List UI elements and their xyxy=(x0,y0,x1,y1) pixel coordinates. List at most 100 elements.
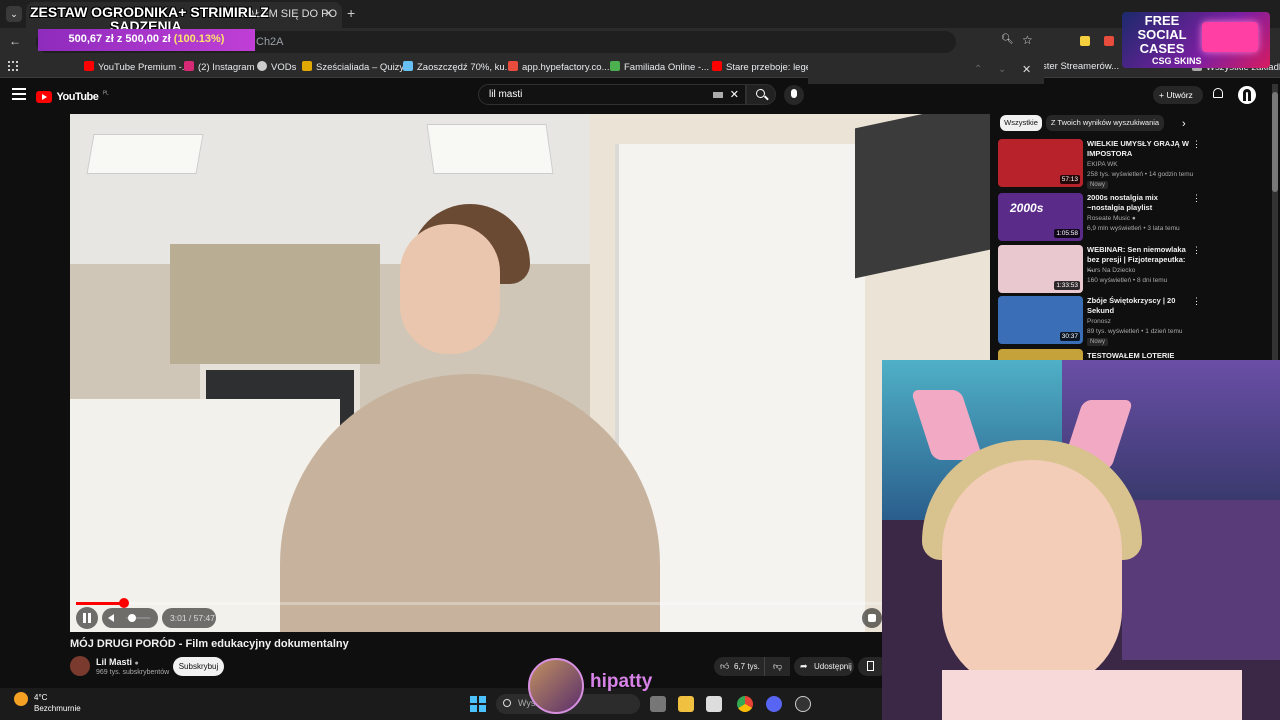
video-player[interactable] xyxy=(70,114,990,632)
extension-icon[interactable] xyxy=(1080,36,1090,46)
share-icon: ➦ xyxy=(800,661,808,671)
rec-title[interactable]: TESTOWAŁEM LOTERIE PRZEZ xyxy=(1087,351,1189,360)
gift-box-icon xyxy=(1202,22,1258,52)
subscriber-count: 969 tys. subskrybentów xyxy=(96,669,170,676)
video-thumbnail[interactable]: 2000s 1:05:58 xyxy=(998,193,1083,241)
video-thumbnail[interactable]: 1:33:53 xyxy=(998,245,1083,293)
subscribe-button[interactable]: Subskrybuj xyxy=(173,657,224,676)
find-prev-icon[interactable]: ⌃ xyxy=(974,64,982,75)
donation-goal-title: ZESTAW OGRODNIKA+ STRIMIRL Z xyxy=(30,4,269,20)
list-item[interactable]: 2000s 1:05:58 2000s nostalgia mix ~nosta… xyxy=(998,193,1201,243)
keyboard-icon[interactable] xyxy=(713,92,723,98)
zoom-icon[interactable]: 🔍︎ xyxy=(1001,34,1014,45)
streamer-name: hipatty xyxy=(590,671,653,692)
bookmark-item[interactable]: (2) Instagram xyxy=(184,61,255,73)
volume-icon[interactable] xyxy=(108,614,114,622)
bookmark-item[interactable]: ster Streamerów... xyxy=(1042,61,1119,72)
scrollbar[interactable] xyxy=(1272,84,1278,360)
rec-channel[interactable]: Kurs Na Dziecko xyxy=(1087,267,1135,274)
video-thumbnail[interactable] xyxy=(998,349,1083,360)
obs-icon[interactable] xyxy=(795,696,811,712)
donation-goal: 500,00 zł xyxy=(125,33,171,45)
rec-channel[interactable]: Pronosz xyxy=(1087,318,1111,325)
store-icon[interactable] xyxy=(706,696,722,712)
more-options-icon[interactable]: ⋮ xyxy=(1192,193,1201,204)
ceiling-light xyxy=(426,124,554,174)
file-explorer-icon[interactable] xyxy=(678,696,694,712)
video-thumbnail[interactable]: 57:13 xyxy=(998,139,1083,187)
channel-name[interactable]: Lil Masti ● xyxy=(96,657,139,667)
new-tab-button[interactable]: + xyxy=(347,5,355,21)
list-item[interactable]: TESTOWAŁEM LOTERIE PRZEZ xyxy=(998,349,1198,360)
windows-start-icon[interactable] xyxy=(470,696,486,712)
subtitles-icon[interactable] xyxy=(862,608,882,628)
channel-avatar[interactable] xyxy=(70,656,90,676)
dislike-button[interactable]: 👎︎ xyxy=(764,657,790,676)
rec-title[interactable]: Zbóje Świętokrzyscy | 20 Sekund xyxy=(1087,296,1189,315)
pause-button[interactable] xyxy=(76,607,98,629)
streamer-face xyxy=(942,460,1122,690)
bookmark-item[interactable]: Zaoszczędź 70%, ku... xyxy=(403,61,513,73)
microphone-icon[interactable] xyxy=(784,85,804,105)
rec-channel[interactable]: EKIPA WK xyxy=(1087,161,1118,168)
bookmark-item[interactable]: Familiada Online -... xyxy=(610,61,709,73)
discord-icon[interactable] xyxy=(766,696,782,712)
task-view-icon[interactable] xyxy=(650,696,666,712)
more-options-icon[interactable]: ⋮ xyxy=(1192,139,1201,150)
back-arrow-icon[interactable]: ← xyxy=(9,34,21,48)
chip-from-search[interactable]: Z Twoich wyników wyszukiwania xyxy=(1046,115,1164,131)
bookmark-icon xyxy=(867,661,874,671)
chip-all[interactable]: Wszystkie xyxy=(1000,115,1042,131)
apps-grid-icon[interactable] xyxy=(8,61,18,71)
search-input[interactable]: lil masti ✕ xyxy=(478,84,746,105)
weather-temperature[interactable]: 4°C xyxy=(34,693,47,702)
chrome-icon[interactable] xyxy=(737,696,753,712)
donation-percent: (100.13%) xyxy=(173,33,225,45)
rec-title[interactable]: 2000s nostalgia mix ~nostalgia playlist xyxy=(1087,193,1189,212)
rec-channel[interactable]: Roseate Music ● xyxy=(1087,215,1136,222)
share-button[interactable]: ➦ Udostępnij xyxy=(794,657,854,676)
clear-search-icon[interactable]: ✕ xyxy=(730,88,739,101)
bookmark-item[interactable]: Sześcialiada – Quizy... xyxy=(302,61,411,73)
youtube-icon xyxy=(712,61,722,71)
more-options-icon[interactable]: ⋮ xyxy=(1192,296,1201,307)
person-face xyxy=(400,224,500,354)
rec-meta: 160 wyświetleń • 8 dni temu xyxy=(1087,277,1168,284)
list-item[interactable]: 1:33:53 WEBINAR: Sen niemowlaka bez pres… xyxy=(998,245,1201,295)
hypefactory-icon xyxy=(508,61,518,71)
weather-condition[interactable]: Bezchmurnie xyxy=(34,704,81,713)
familiada-icon xyxy=(610,61,620,71)
account-avatar[interactable] xyxy=(1238,86,1256,104)
bookmark-star-icon[interactable]: ☆ xyxy=(1022,33,1033,47)
time-display: 3:01 / 57:47 xyxy=(162,608,216,628)
hamburger-menu-icon[interactable] xyxy=(12,88,26,100)
bookmark-item[interactable]: YouTube Premium -... xyxy=(84,61,190,73)
tab-search-icon[interactable]: ⌄ xyxy=(6,6,22,22)
list-item[interactable]: 57:13 WIELKIE UMYSŁY GRAJĄ W IMPOSTORA E… xyxy=(998,139,1201,189)
find-next-icon[interactable]: ⌄ xyxy=(998,64,1006,75)
youtube-icon xyxy=(84,61,94,71)
bookmark-item[interactable]: Stare przeboje: lege... xyxy=(712,61,819,73)
weather-moon-icon[interactable] xyxy=(14,692,28,706)
video-thumbnail[interactable]: 30:37 xyxy=(998,296,1083,344)
verified-icon: ● xyxy=(134,660,139,667)
extension-icon-2[interactable] xyxy=(1104,36,1114,46)
quiz-icon xyxy=(302,61,312,71)
tab-close-icon[interactable]: ✕ xyxy=(324,7,333,20)
rec-title[interactable]: WIELKIE UMYSŁY GRAJĄ W IMPOSTORA xyxy=(1087,139,1189,158)
list-item[interactable]: 30:37 Zbóje Świętokrzyscy | 20 Sekund Pr… xyxy=(998,296,1201,346)
youtube-play-icon xyxy=(36,90,52,103)
bookmark-item[interactable]: app.hypefactory.co... xyxy=(508,61,610,73)
create-button[interactable]: + Utwórz xyxy=(1153,86,1203,104)
search-button[interactable] xyxy=(746,84,776,105)
bookmark-item[interactable]: VODs xyxy=(257,61,296,73)
notifications-bell-icon[interactable] xyxy=(1211,88,1225,102)
find-close-icon[interactable]: ✕ xyxy=(1022,63,1031,76)
chevron-right-icon[interactable]: › xyxy=(1182,118,1186,130)
progress-scrubber[interactable] xyxy=(119,598,129,608)
more-options-icon[interactable]: ⋮ xyxy=(1192,245,1201,256)
volume-control[interactable] xyxy=(102,608,158,628)
youtube-logo[interactable]: YouTube PL xyxy=(36,88,109,106)
progress-bar[interactable] xyxy=(76,602,884,605)
new-badge: Nowy xyxy=(1087,181,1109,189)
